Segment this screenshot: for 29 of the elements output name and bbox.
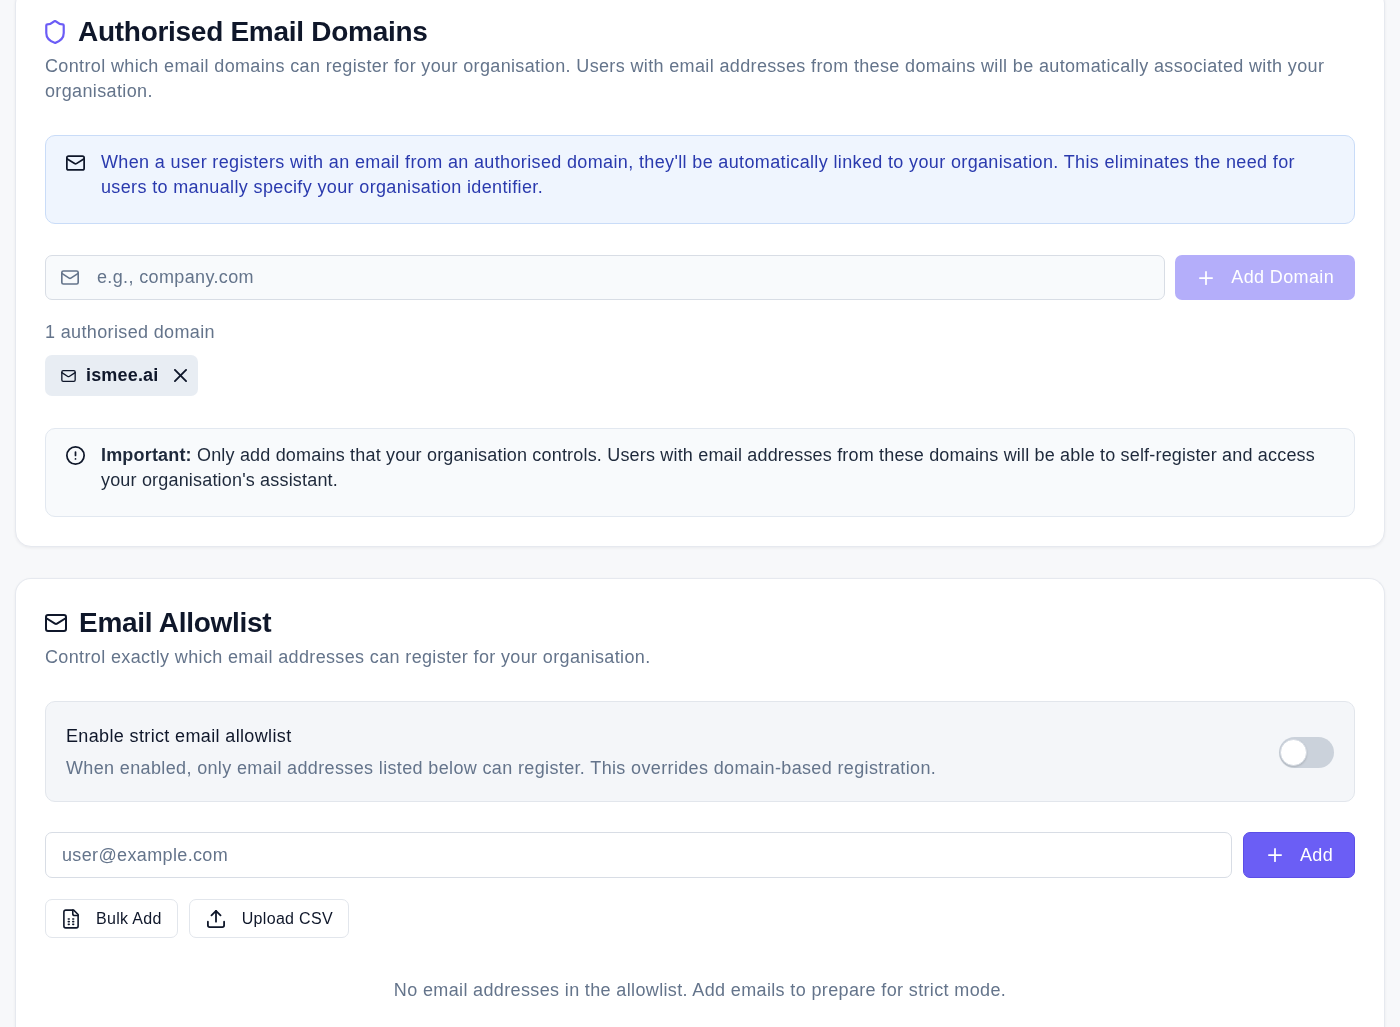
envelope-icon [61,270,79,285]
warning-text: Important: Only add domains that your organisation controls. Users with email addresses from these domains will be able to self-register and access your organisation's assistant. [101,444,1316,492]
plus-icon [1267,848,1282,862]
upload-icon [206,909,225,928]
upload-csv-button[interactable]: Upload CSV [188,899,349,938]
domain-input[interactable]: e.g., company.com [45,255,1166,300]
strict-mode-toggle[interactable] [1279,737,1334,768]
bulk-add-button[interactable]: Bulk Add [45,899,178,938]
email-input[interactable]: user@example.com [45,832,1232,878]
empty-state-text: No email addresses in the allowlist. Add emails to prepare for strict mode. [392,979,1008,1002]
alert-circle-icon [66,446,85,465]
envelope-icon [61,369,76,382]
section-description: Control exactly which email addresses can register for your organisation. [45,646,652,669]
domain-count: 1 authorised domain [45,321,216,344]
section-description: Control which email domains can register for your organisation. Users with email addresses from these domains will be automatically associated with your organisation. [45,55,1326,103]
envelope-icon [66,155,85,171]
envelope-icon [45,614,67,632]
strict-mode-description: When enabled, only email addresses listed below can register. This overrides domain-based registration. [66,757,937,780]
plus-icon [1199,270,1214,285]
section-title: Email Allowlist [79,606,272,640]
add-button[interactable]: Add [1242,832,1355,878]
section-title: Authorised Email Domains [78,15,428,49]
shield-icon [45,20,65,44]
domain-text: ismee.ai [86,364,159,387]
strict-mode-label: Enable strict email allowlist [66,725,293,748]
close-icon [173,369,187,382]
info-text: When a user registers with an email from an authorised domain, they'll be automatically linked to your organisation. This eliminates the need for users to manually specify your organisation identifier. [101,151,1296,199]
remove-button[interactable] [173,369,187,382]
document-icon [63,908,79,929]
